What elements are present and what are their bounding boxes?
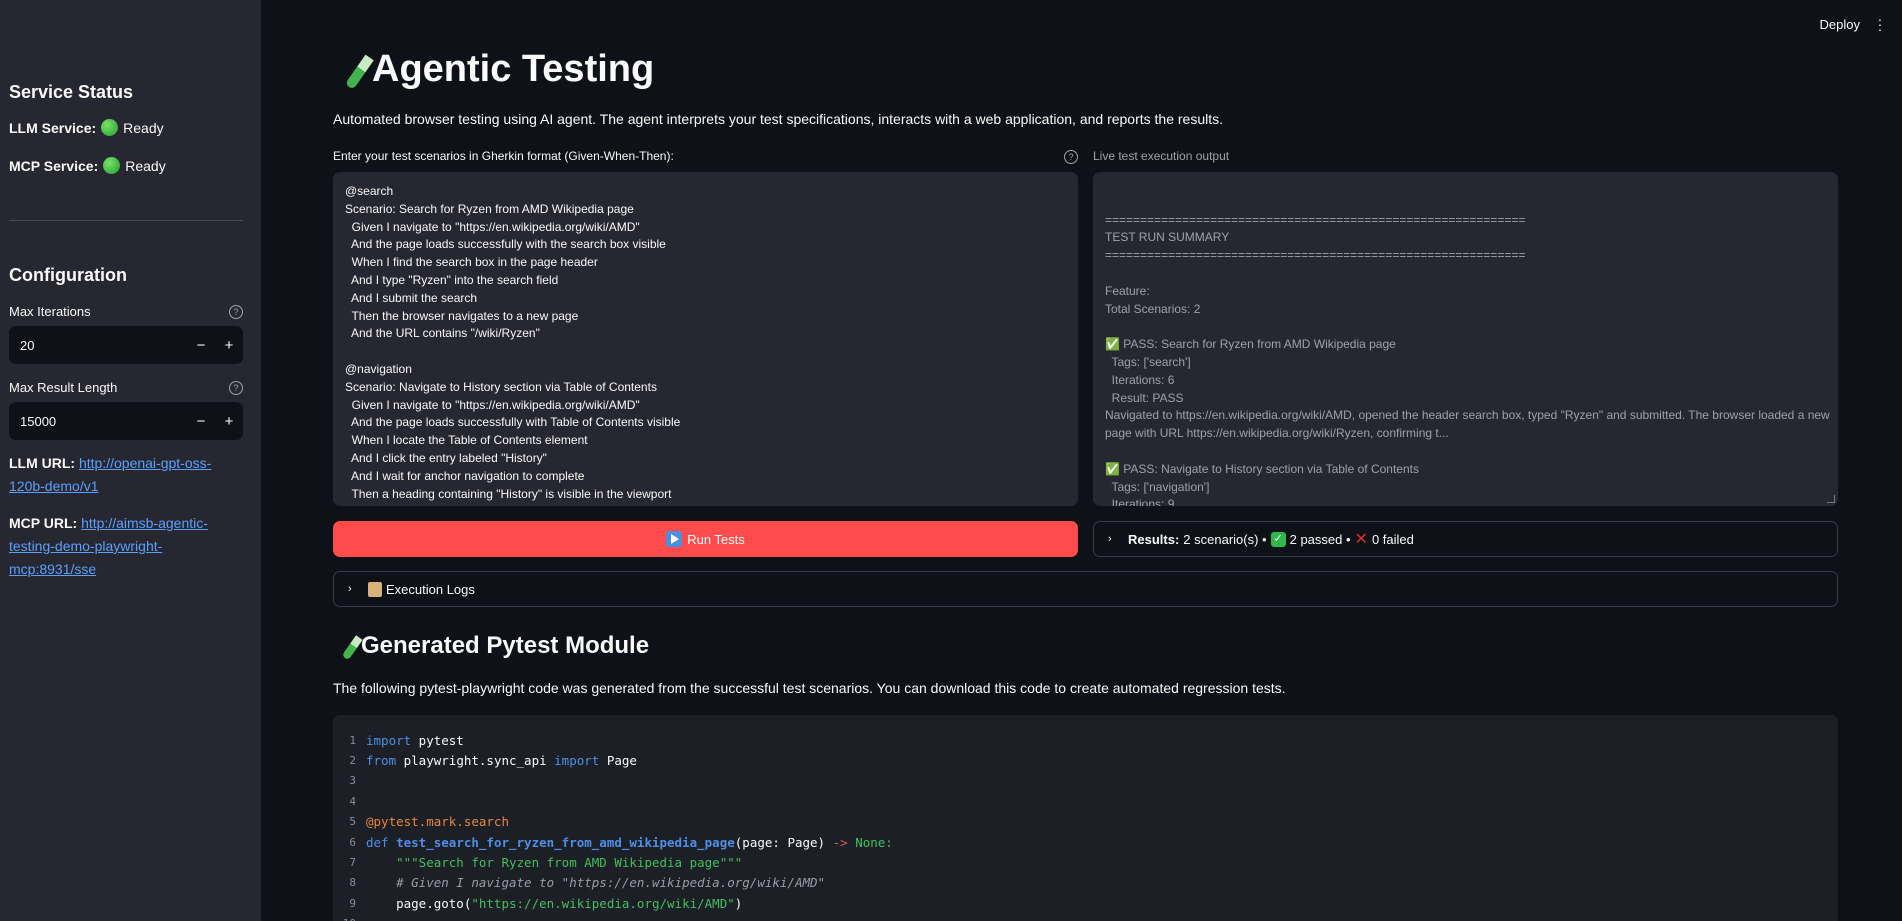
- increment-button[interactable]: +: [215, 413, 243, 430]
- code-line: 7 """Search for Ryzen from AMD Wikipedia…: [349, 855, 743, 871]
- help-icon[interactable]: ?: [229, 304, 243, 319]
- output-line: ========================================…: [1105, 212, 1526, 227]
- results-expander[interactable]: › Results: 2 scenario(s) • ✓ 2 passed • …: [1093, 521, 1838, 557]
- test-tube-icon: [332, 51, 362, 89]
- pytest-heading: Generated Pytest Module: [333, 632, 649, 660]
- run-tests-button[interactable]: Run Tests: [333, 521, 1078, 557]
- execution-output-textarea: ========================================…: [1093, 172, 1838, 506]
- code-line: 6 def test_search_for_ryzen_from_amd_wiki…: [349, 834, 893, 850]
- output-line: ✅ PASS: Search for Ryzen from AMD Wikipe…: [1105, 337, 1396, 352]
- code-line: 8 # Given I navigate to "https://en.wiki…: [349, 875, 826, 891]
- chevron-right-icon: ›: [348, 583, 352, 595]
- output-line: Iterations: 6: [1105, 372, 1175, 387]
- output-line: Total Scenarios: 2: [1105, 301, 1201, 316]
- check-icon: ✓: [1270, 531, 1286, 547]
- max-result-length-input[interactable]: 15000 − +: [9, 402, 243, 440]
- sidebar: Service Status LLM Service: Ready MCP Se…: [0, 0, 261, 921]
- play-icon: [666, 531, 683, 547]
- output-label: Live test execution output: [1093, 149, 1230, 163]
- scenarios-textarea[interactable]: @search Scenario: Search for Ryzen from …: [333, 172, 1078, 506]
- increment-button[interactable]: +: [215, 337, 243, 354]
- code-line: 9 page.goto("https://en.wikipedia.org/wi…: [349, 895, 743, 911]
- output-line: Iterations: 9: [1105, 497, 1175, 506]
- max-iterations-label-row: Max Iterations ?: [9, 304, 243, 319]
- code-line: 10: [333, 914, 1838, 921]
- page-subtitle: Automated browser testing using AI agent…: [333, 111, 1224, 127]
- output-line: Tags: ['search']: [1105, 354, 1191, 369]
- output-line: page with URL https://en.wikipedia.org/w…: [1105, 426, 1449, 441]
- code-line: 4: [349, 794, 356, 808]
- test-tube-icon: [333, 633, 355, 659]
- pytest-description: The following pytest-playwright code was…: [333, 680, 1286, 696]
- help-icon[interactable]: ?: [229, 380, 243, 395]
- divider: [9, 220, 243, 221]
- service-status-heading: Service Status: [9, 82, 134, 102]
- cross-icon: ✕: [1354, 531, 1368, 548]
- code-block: 1 import pytest 2 from playwright.sync_api…: [333, 715, 1838, 921]
- code-line: 1 import pytest: [349, 732, 464, 748]
- output-line: ========================================…: [1105, 248, 1526, 263]
- output-lines: ========================================…: [1105, 212, 1830, 506]
- chevron-right-icon: ›: [1108, 533, 1112, 545]
- code-line: 3: [349, 774, 356, 788]
- output-line: ✅ PASS: Navigate to History section via …: [1105, 461, 1419, 476]
- llm-url: LLM URL: http://openai-gpt-oss-120b-demo…: [9, 455, 212, 494]
- scenarios-input-label: Enter your test scenarios in Gherkin for…: [333, 149, 674, 163]
- llm-service-status: LLM Service: Ready: [9, 119, 164, 136]
- execution-logs-expander[interactable]: › Execution Logs: [333, 571, 1838, 607]
- resize-handle[interactable]: [1827, 495, 1835, 503]
- output-line: Tags: ['navigation']: [1105, 479, 1210, 494]
- output-line: Result: PASS: [1105, 390, 1184, 405]
- kebab-icon[interactable]: · · ·: [1876, 12, 1884, 36]
- green-circle-icon: [101, 119, 119, 136]
- decrement-button[interactable]: −: [187, 337, 215, 354]
- mcp-url: MCP URL: http://aimsb-agentic-testing-de…: [9, 515, 208, 577]
- configuration-heading: Configuration: [9, 265, 127, 285]
- mcp-service-status: MCP Service: Ready: [9, 157, 166, 174]
- output-line: Navigated to https://en.wikipedia.org/wi…: [1105, 408, 1830, 423]
- output-line: TEST RUN SUMMARY: [1105, 230, 1230, 245]
- max-result-length-label-row: Max Result Length ?: [9, 380, 243, 395]
- help-icon[interactable]: ?: [1064, 150, 1078, 164]
- decrement-button[interactable]: −: [187, 413, 215, 430]
- deploy-button[interactable]: Deploy: [1820, 17, 1860, 32]
- scroll-icon: [368, 581, 382, 597]
- code-line: 2 from playwright.sync_api import Page: [349, 753, 637, 769]
- green-circle-icon: [103, 157, 121, 174]
- page-title: Agentic Testing: [332, 48, 654, 91]
- max-iterations-input[interactable]: 20 − +: [9, 326, 243, 364]
- output-line: Feature:: [1105, 283, 1150, 298]
- code-line: 5 @pytest.mark.search: [349, 814, 509, 830]
